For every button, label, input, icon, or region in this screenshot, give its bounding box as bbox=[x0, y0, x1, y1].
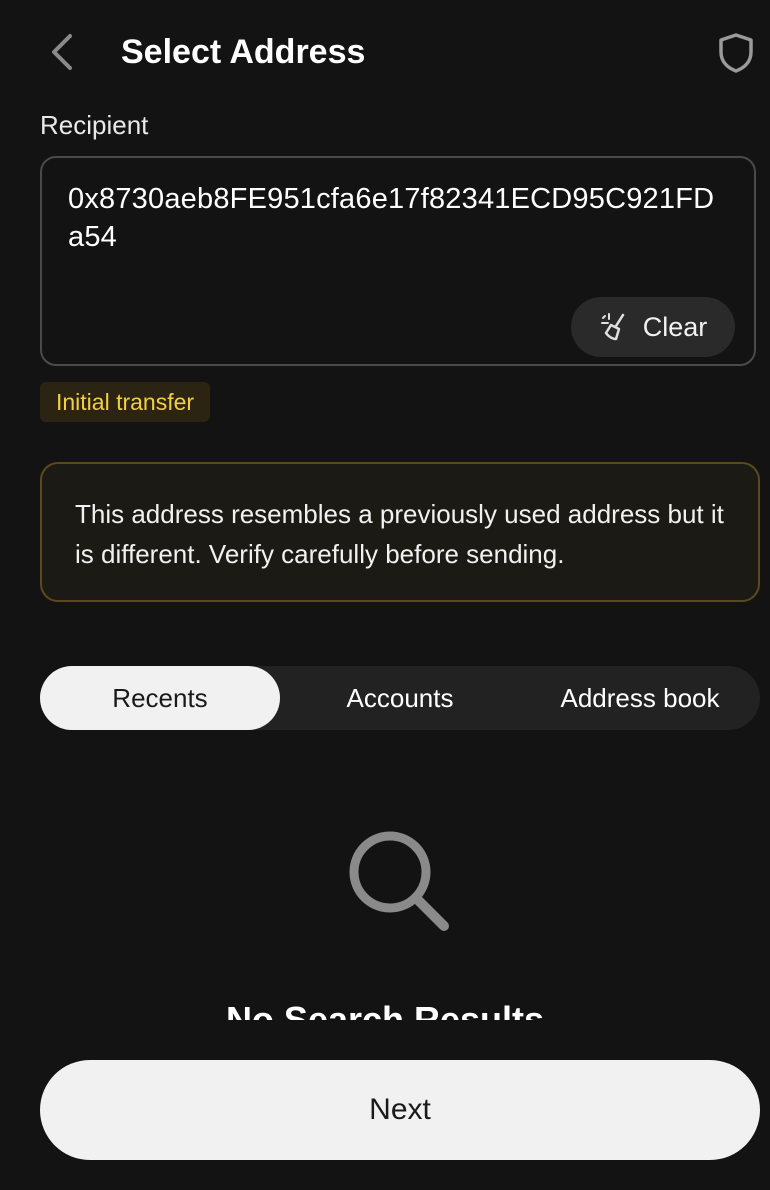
initial-transfer-badge: Initial transfer bbox=[40, 382, 211, 422]
tab-address-book[interactable]: Address book bbox=[520, 666, 760, 730]
recipient-label: Recipient bbox=[40, 110, 149, 140]
next-button[interactable]: Next bbox=[40, 1060, 760, 1160]
address-source-tabs: Recents Accounts Address book bbox=[40, 666, 760, 730]
tab-recents[interactable]: Recents bbox=[40, 666, 280, 730]
no-results-text: No Search Results bbox=[225, 999, 545, 1020]
broom-icon bbox=[600, 313, 624, 341]
chevron-left-icon bbox=[52, 34, 72, 70]
select-address-screen: Select Address Recipient 0x8730aeb8FE951… bbox=[0, 0, 770, 1190]
clear-button-label: Clear bbox=[642, 311, 708, 342]
page-title: Select Address bbox=[121, 33, 366, 71]
tab-accounts[interactable]: Accounts bbox=[280, 666, 520, 730]
search-icon bbox=[349, 831, 449, 931]
address-warning-text: This address resembles a previously used… bbox=[75, 499, 724, 569]
clear-button[interactable]: Clear bbox=[571, 297, 735, 357]
shield-icon bbox=[719, 33, 753, 73]
address-warning-box: This address resembles a previously used… bbox=[40, 462, 760, 602]
recipient-address-field[interactable]: 0x8730aeb8FE951cfa6e17f82341ECD95C921FDa… bbox=[40, 156, 756, 366]
back-button[interactable] bbox=[38, 28, 86, 76]
recipient-address-value[interactable]: 0x8730aeb8FE951cfa6e17f82341ECD95C921FDa… bbox=[68, 180, 728, 256]
security-button[interactable] bbox=[712, 28, 760, 78]
